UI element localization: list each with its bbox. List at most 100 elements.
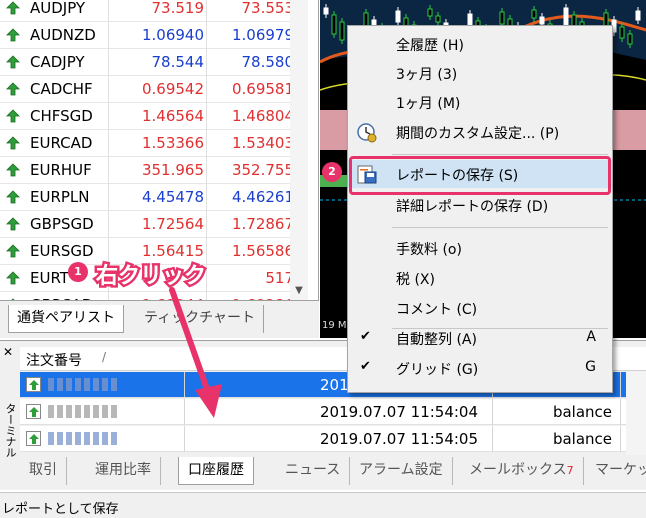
- tab-symbol-list[interactable]: 通貨ペアリスト: [8, 305, 124, 333]
- close-icon[interactable]: ✕: [3, 345, 13, 359]
- column-divider: [108, 0, 109, 300]
- bid-price: 1.46564: [141, 107, 204, 125]
- symbol-row[interactable]: EURHUF 351.965 352.755: [0, 157, 300, 184]
- history-time: 2019.07.07 11:54:05: [320, 430, 479, 448]
- market-watch-scrollbar[interactable]: [290, 0, 308, 300]
- ask-price: 1.06979: [231, 26, 294, 44]
- scroll-down-icon[interactable]: ▼: [290, 282, 308, 300]
- step-number-2: 2: [322, 162, 342, 182]
- menu-item-3-months[interactable]: 3ヶ月 (3): [348, 59, 612, 87]
- ask-price: 0.69581: [231, 80, 294, 98]
- up-arrow-icon: [6, 217, 20, 231]
- up-arrow-icon: [6, 55, 20, 69]
- symbol-name: EURHUF: [30, 161, 92, 179]
- terminal-scrollbar[interactable]: [626, 371, 646, 455]
- ask-price: 1.46804: [231, 107, 294, 125]
- annotation-text: 右クリック: [96, 264, 207, 289]
- status-text: レポートとして保存: [2, 502, 119, 517]
- menu-item-comment[interactable]: コメント (C): [348, 294, 612, 322]
- symbol-name: GBPSGD: [30, 215, 94, 233]
- checkmark-icon: ✔: [360, 359, 371, 374]
- menu-item-grid[interactable]: ✔ グリッド (G) G: [348, 354, 612, 382]
- symbol-name: EURSGD: [30, 242, 94, 260]
- bid-price: 1.72564: [141, 215, 204, 233]
- bid-price: 78.544: [151, 53, 205, 71]
- menu-separator: [392, 227, 608, 228]
- bid-price: 73.519: [151, 0, 205, 17]
- bid-price: 1.53366: [141, 134, 204, 152]
- bid-price: 0.69542: [141, 80, 204, 98]
- symbol-name: AUDJPY: [30, 0, 86, 17]
- up-arrow-icon: [6, 109, 20, 123]
- menu-item-custom-period[interactable]: 期間のカスタム設定... (P): [348, 118, 612, 146]
- up-arrow-icon: [6, 28, 20, 42]
- ask-price: 1.72867: [231, 215, 294, 233]
- ask-price: 517: [265, 269, 294, 287]
- tab-market[interactable]: マーケッ: [586, 457, 646, 485]
- context-menu: 全履歴 (H) 3ヶ月 (3) 1ヶ月 (M) 期間のカスタム設定... (P)…: [347, 25, 613, 393]
- ask-price: 1.56586: [231, 242, 294, 260]
- history-row[interactable]: 2019.07.07 11:54:05 balance: [20, 426, 646, 452]
- tab-account-history[interactable]: 口座履歴: [178, 457, 254, 485]
- balance-icon: [26, 404, 41, 419]
- bid-price: 351.965: [141, 161, 204, 179]
- ask-price: 352.755: [231, 161, 294, 179]
- up-arrow-icon: [6, 136, 20, 150]
- tab-trade[interactable]: 取引: [20, 457, 67, 485]
- up-arrow-icon: [6, 271, 20, 285]
- bid-price: 1.06940: [141, 26, 204, 44]
- checkmark-icon: ✔: [360, 329, 371, 344]
- up-arrow-icon: [6, 1, 20, 15]
- menu-item-auto-arrange[interactable]: ✔ 自動整列 (A) A: [348, 324, 612, 352]
- status-bar: レポートとして保存: [0, 492, 646, 518]
- bid-price: 4.45478: [141, 188, 204, 206]
- ask-price: 73.553: [241, 0, 295, 17]
- step-number-1: 1: [68, 262, 88, 282]
- symbol-row[interactable]: AUDJPY 73.519 73.553: [0, 0, 300, 22]
- redacted-order-number: [48, 378, 118, 391]
- up-arrow-icon: [6, 244, 20, 258]
- symbol-name: CHFSGD: [30, 107, 93, 125]
- symbol-row[interactable]: CADJPY 78.544 78.580: [0, 49, 300, 76]
- highlight-frame: [349, 156, 611, 195]
- symbol-row[interactable]: CHFSGD 1.46564 1.46804: [0, 103, 300, 130]
- menu-item-1-month[interactable]: 1ヶ月 (M): [348, 88, 612, 116]
- symbol-name: EURPLN: [30, 188, 90, 206]
- up-arrow-icon: [6, 190, 20, 204]
- menu-item-all-history[interactable]: 全履歴 (H): [348, 30, 612, 58]
- ask-price: 1.53403: [231, 134, 294, 152]
- menu-separator: [392, 154, 608, 155]
- redacted-order-number: [48, 405, 118, 418]
- history-type: balance: [552, 403, 612, 421]
- column-header-order[interactable]: 注文番号: [26, 350, 82, 370]
- symbol-row[interactable]: EURCAD 1.53366 1.53403: [0, 130, 300, 157]
- column-divider: [206, 0, 207, 300]
- ask-price: 4.46261: [231, 188, 294, 206]
- menu-item-save-detailed-report[interactable]: 詳細レポートの保存 (D): [348, 191, 612, 219]
- symbol-row[interactable]: EURPLN 4.45478 4.46261: [0, 184, 300, 211]
- menu-item-commission[interactable]: 手数料 (o): [348, 234, 612, 262]
- mailbox-badge: 7: [566, 464, 574, 477]
- symbol-name: AUDNZD: [30, 26, 96, 44]
- terminal-tabs: 取引 運用比率 口座履歴 ニュース アラーム設定 メールボックス7 マーケッ: [20, 457, 646, 487]
- history-row[interactable]: 2019.07.07 11:54:04 balance: [20, 399, 646, 425]
- symbol-name: EURCAD: [30, 134, 93, 152]
- up-arrow-icon: [6, 163, 20, 177]
- clock-gear-icon: [356, 122, 378, 144]
- history-type: balance: [552, 430, 612, 448]
- tab-alerts[interactable]: アラーム設定: [350, 457, 453, 485]
- history-time: 2019.07.07 11:54:04: [320, 403, 479, 421]
- balance-icon: [26, 377, 41, 392]
- terminal-side-label: ターミナル: [4, 403, 17, 458]
- tab-mailbox[interactable]: メールボックス7: [460, 457, 584, 485]
- market-watch-tabs: 通貨ペアリスト ティックチャート: [0, 300, 319, 338]
- tab-news[interactable]: ニュース: [276, 457, 351, 485]
- symbol-row[interactable]: GBPSGD 1.72564 1.72867: [0, 211, 300, 238]
- symbol-row[interactable]: CADCHF 0.69542 0.69581: [0, 76, 300, 103]
- symbol-name: CADCHF: [30, 80, 93, 98]
- symbol-row[interactable]: AUDNZD 1.06940 1.06979: [0, 22, 300, 49]
- up-arrow-icon: [6, 82, 20, 96]
- menu-item-tax[interactable]: 税 (X): [348, 264, 612, 292]
- tab-tick-chart[interactable]: ティックチャート: [136, 305, 265, 333]
- tab-exposure[interactable]: 運用比率: [86, 457, 161, 485]
